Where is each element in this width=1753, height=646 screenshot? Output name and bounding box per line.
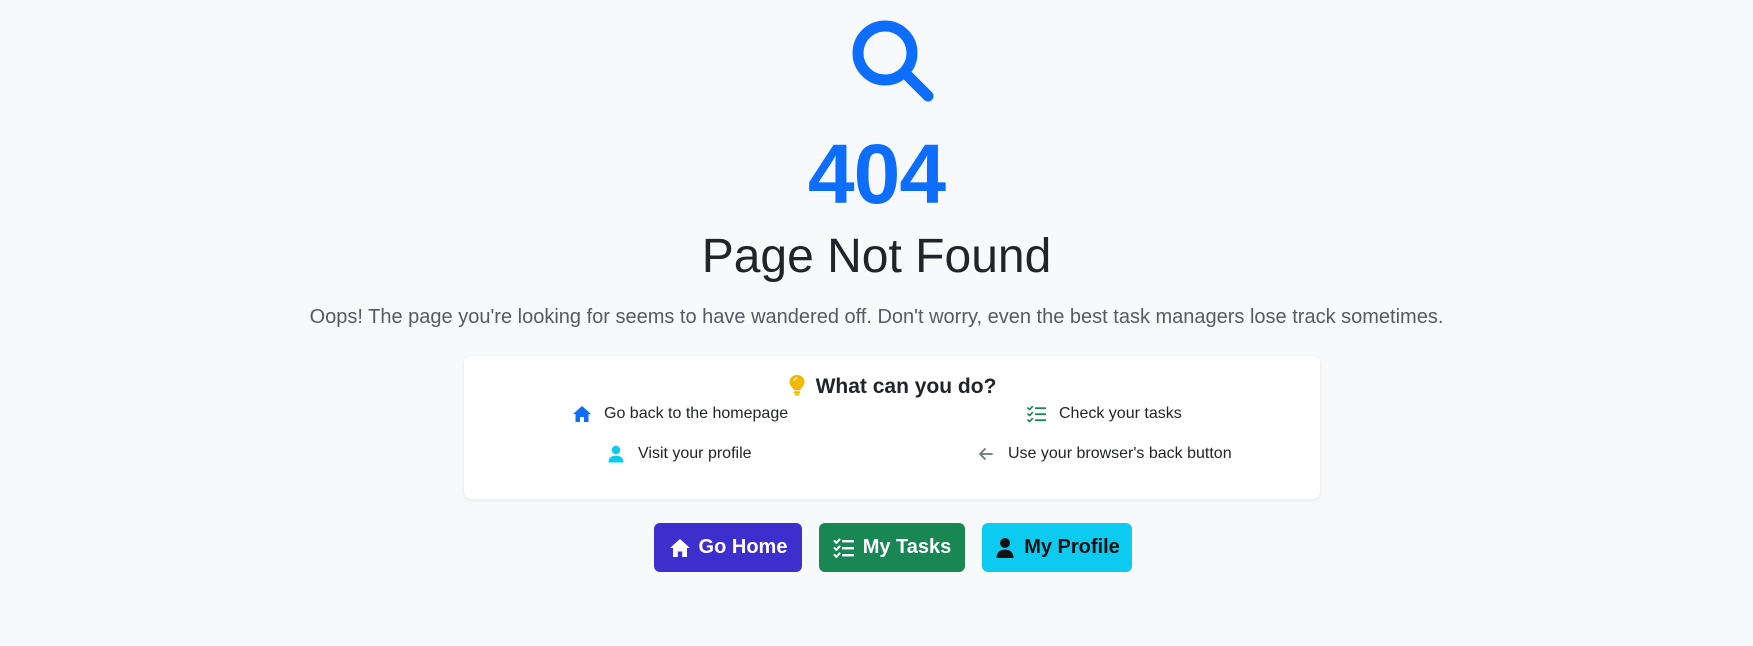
not-found-page: 404 Page Not Found Oops! The page you're… <box>0 0 1753 646</box>
suggestions-heading-text: What can you do? <box>815 375 997 398</box>
user-icon <box>608 445 624 463</box>
tip-tasks-label: Check your tasks <box>1059 405 1182 422</box>
tip-profile-label: Visit your profile <box>638 445 752 462</box>
checklist-icon <box>833 537 854 558</box>
home-icon <box>669 538 690 557</box>
tip-back-label: Use your browser's back button <box>1008 445 1232 462</box>
go-home-button[interactable]: Go Home <box>654 523 802 572</box>
arrow-left-icon <box>979 448 993 460</box>
search-icon <box>852 20 934 102</box>
my-tasks-label: My Tasks <box>862 536 952 558</box>
tip-homepage: Go back to the homepage <box>572 404 788 424</box>
lightbulb-icon <box>789 375 805 396</box>
home-icon <box>573 406 591 422</box>
suggestions-card: What can you do? Go back to the homepage… <box>464 356 1320 499</box>
my-profile-button[interactable]: My Profile <box>982 523 1132 572</box>
tip-back-button: Use your browser's back button <box>976 444 1232 464</box>
suggestions-heading: What can you do? <box>464 372 1320 402</box>
error-message: Oops! The page you're looking for seems … <box>309 306 1444 328</box>
error-code: 404 <box>807 127 946 221</box>
user-icon <box>996 537 1014 558</box>
action-buttons: Go Home My Tasks My Profile <box>654 523 1132 572</box>
my-tasks-button[interactable]: My Tasks <box>819 523 965 572</box>
page-title: Page Not Found <box>701 230 1052 283</box>
checklist-icon <box>1027 405 1046 423</box>
tip-homepage-label: Go back to the homepage <box>604 405 789 422</box>
tip-profile: Visit your profile <box>606 444 752 464</box>
my-profile-label: My Profile <box>1024 536 1120 558</box>
tip-tasks: Check your tasks <box>1027 404 1182 424</box>
go-home-label: Go Home <box>698 536 788 558</box>
